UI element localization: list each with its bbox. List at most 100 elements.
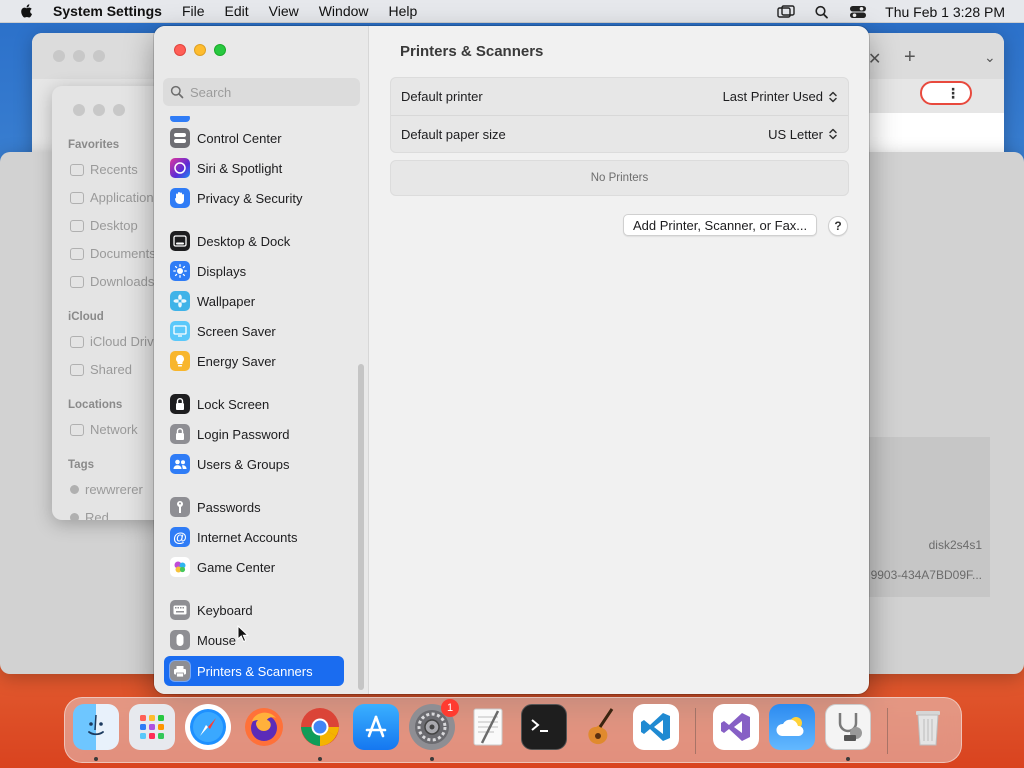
sidebar-item-label: Desktop & Dock <box>197 233 291 249</box>
app-store-icon[interactable] <box>353 704 399 750</box>
sidebar-item-screen-saver[interactable]: Screen Saver <box>164 317 344 345</box>
sidebar-item-users-groups[interactable]: Users & Groups <box>164 450 344 478</box>
textedit-icon[interactable] <box>465 704 511 750</box>
chevron-down-icon[interactable]: ⌄ <box>984 49 996 66</box>
finder-item-desktop[interactable]: Desktop <box>70 218 138 233</box>
disk-uuid-text: 9903-434A7BD09F... <box>870 568 982 582</box>
chevron-up-down-icon <box>829 91 837 102</box>
defaults-group: Default printer Last Printer Used Defaul… <box>390 77 849 153</box>
close-window-button[interactable] <box>174 44 186 56</box>
sidebar-item-partial <box>164 116 344 122</box>
no-printers-text: No Printers <box>590 172 649 184</box>
sidebar-item-keyboard[interactable]: Keyboard <box>164 596 344 624</box>
menu-app-name[interactable]: System Settings <box>53 3 162 19</box>
menu-bar-extras: Thu Feb 1 3:28 PM <box>777 0 1005 23</box>
mouse-icon <box>170 630 190 650</box>
sidebar-item-energy-saver[interactable]: Energy Saver <box>164 347 344 375</box>
sidebar-item-lock-screen[interactable]: Lock Screen <box>164 390 344 418</box>
finder-item-recents[interactable]: Recents <box>70 162 138 177</box>
sidebar-item-passwords[interactable]: Passwords <box>164 493 344 521</box>
finder-tag-red[interactable]: Red <box>70 510 109 520</box>
sidebar-item-label: Siri & Spotlight <box>197 160 283 176</box>
menu-view[interactable]: View <box>269 3 299 19</box>
vscode-icon[interactable] <box>633 704 679 750</box>
sidebar-item-privacy-security[interactable]: Privacy & Security <box>164 184 344 212</box>
firefox-icon[interactable] <box>241 704 287 750</box>
add-printer-button[interactable]: Add Printer, Scanner, or Fax... <box>623 214 818 236</box>
sidebar-item-printers-scanners[interactable]: Printers & Scanners <box>164 656 344 686</box>
sidebar-item-control-center[interactable]: Control Center <box>164 124 344 152</box>
new-tab-icon[interactable]: + <box>904 46 916 69</box>
screen-mirroring-icon[interactable] <box>777 4 795 19</box>
sidebar-item-label: Printers & Scanners <box>197 663 313 679</box>
finder-item-downloads[interactable]: Downloads <box>70 274 154 289</box>
launchpad-icon[interactable] <box>129 704 175 750</box>
apple-logo-icon[interactable] <box>19 3 35 19</box>
at-icon: @ <box>170 527 190 547</box>
settings-main-pane: Printers & Scanners Default printer Last… <box>370 26 869 694</box>
menu-edit[interactable]: Edit <box>225 3 249 19</box>
settings-search-field[interactable] <box>163 78 360 106</box>
sidebar-item-login-password[interactable]: Login Password <box>164 420 344 448</box>
chrome-icon[interactable] <box>297 704 343 750</box>
sidebar-item-displays[interactable]: Displays <box>164 257 344 285</box>
running-indicator <box>430 757 434 761</box>
finder-item-icloud-drive[interactable]: iCloud Drive <box>70 334 161 349</box>
minimize-window-button[interactable] <box>194 44 206 56</box>
finder-section-locations: Locations <box>68 399 123 411</box>
sidebar-item-desktop-dock[interactable]: Desktop & Dock <box>164 227 344 255</box>
search-icon <box>170 85 184 99</box>
sidebar-item-siri-spotlight[interactable]: Siri & Spotlight <box>164 154 344 182</box>
finder-traffic-lights <box>73 104 125 116</box>
chrome-menu-button[interactable]: ⋮ <box>920 81 972 105</box>
sidebar-item-label: Users & Groups <box>197 456 290 472</box>
menu-window[interactable]: Window <box>319 3 369 19</box>
control-center-toggle-icon[interactable] <box>849 5 867 19</box>
sidebar-scrollbar[interactable] <box>358 364 364 690</box>
settings-sidebar-list: Control Center Siri & Spotlight Privacy … <box>154 116 359 694</box>
sidebar-item-internet-accounts[interactable]: @ Internet Accounts <box>164 523 344 551</box>
sidebar-item-wallpaper[interactable]: Wallpaper <box>164 287 344 315</box>
search-input[interactable] <box>190 84 350 100</box>
finder-item-network[interactable]: Network <box>70 422 138 437</box>
zoom-window-button[interactable] <box>214 44 226 56</box>
sidebar-item-game-center[interactable]: Game Center <box>164 553 344 581</box>
trash-icon[interactable] <box>905 704 951 750</box>
visual-studio-icon[interactable] <box>713 704 759 750</box>
notification-badge: 1 <box>441 699 459 717</box>
paper-size-popup[interactable]: US Letter <box>768 127 838 142</box>
menu-bar-clock[interactable]: Thu Feb 1 3:28 PM <box>885 4 1005 20</box>
weather-icon[interactable] <box>769 704 815 750</box>
paper-size-value: US Letter <box>768 126 823 142</box>
flower-icon <box>170 291 190 311</box>
running-indicator <box>94 757 98 761</box>
close-tab-icon[interactable]: ✕ <box>868 49 881 69</box>
default-printer-row: Default printer Last Printer Used <box>391 78 848 115</box>
garageband-icon[interactable] <box>577 704 623 750</box>
default-printer-popup[interactable]: Last Printer Used <box>723 89 838 104</box>
sidebar-item-label: Internet Accounts <box>197 529 298 545</box>
menu-help[interactable]: Help <box>389 3 418 19</box>
spotlight-search-icon[interactable] <box>813 5 831 19</box>
menu-bar: System Settings File Edit View Window He… <box>0 0 1024 23</box>
keyboard-icon <box>170 600 190 620</box>
screen-saver-icon <box>170 321 190 341</box>
default-printer-label: Default printer <box>401 89 483 104</box>
help-button[interactable]: ? <box>828 216 848 236</box>
sidebar-item-mouse[interactable]: Mouse <box>164 626 344 654</box>
sidebar-item-label: Wallpaper <box>197 293 256 309</box>
sidebar-item-label: Privacy & Security <box>197 190 303 206</box>
finder-item-shared[interactable]: Shared <box>70 362 132 377</box>
finder-item-applications[interactable]: Applications <box>70 190 160 205</box>
page-title: Printers & Scanners <box>400 43 544 60</box>
system-settings-icon[interactable]: 1 <box>409 699 459 750</box>
menu-file[interactable]: File <box>182 3 205 19</box>
finder-tag-item[interactable]: rewwrerer <box>70 482 143 497</box>
finder-item-documents[interactable]: Documents <box>70 246 156 261</box>
safari-icon[interactable] <box>185 704 231 750</box>
terminal-icon[interactable] <box>521 704 567 750</box>
finder-icon[interactable] <box>73 704 119 750</box>
paper-size-row: Default paper size US Letter <box>391 115 848 152</box>
printer-icon <box>170 661 190 681</box>
disk-utility-icon[interactable] <box>825 704 871 750</box>
